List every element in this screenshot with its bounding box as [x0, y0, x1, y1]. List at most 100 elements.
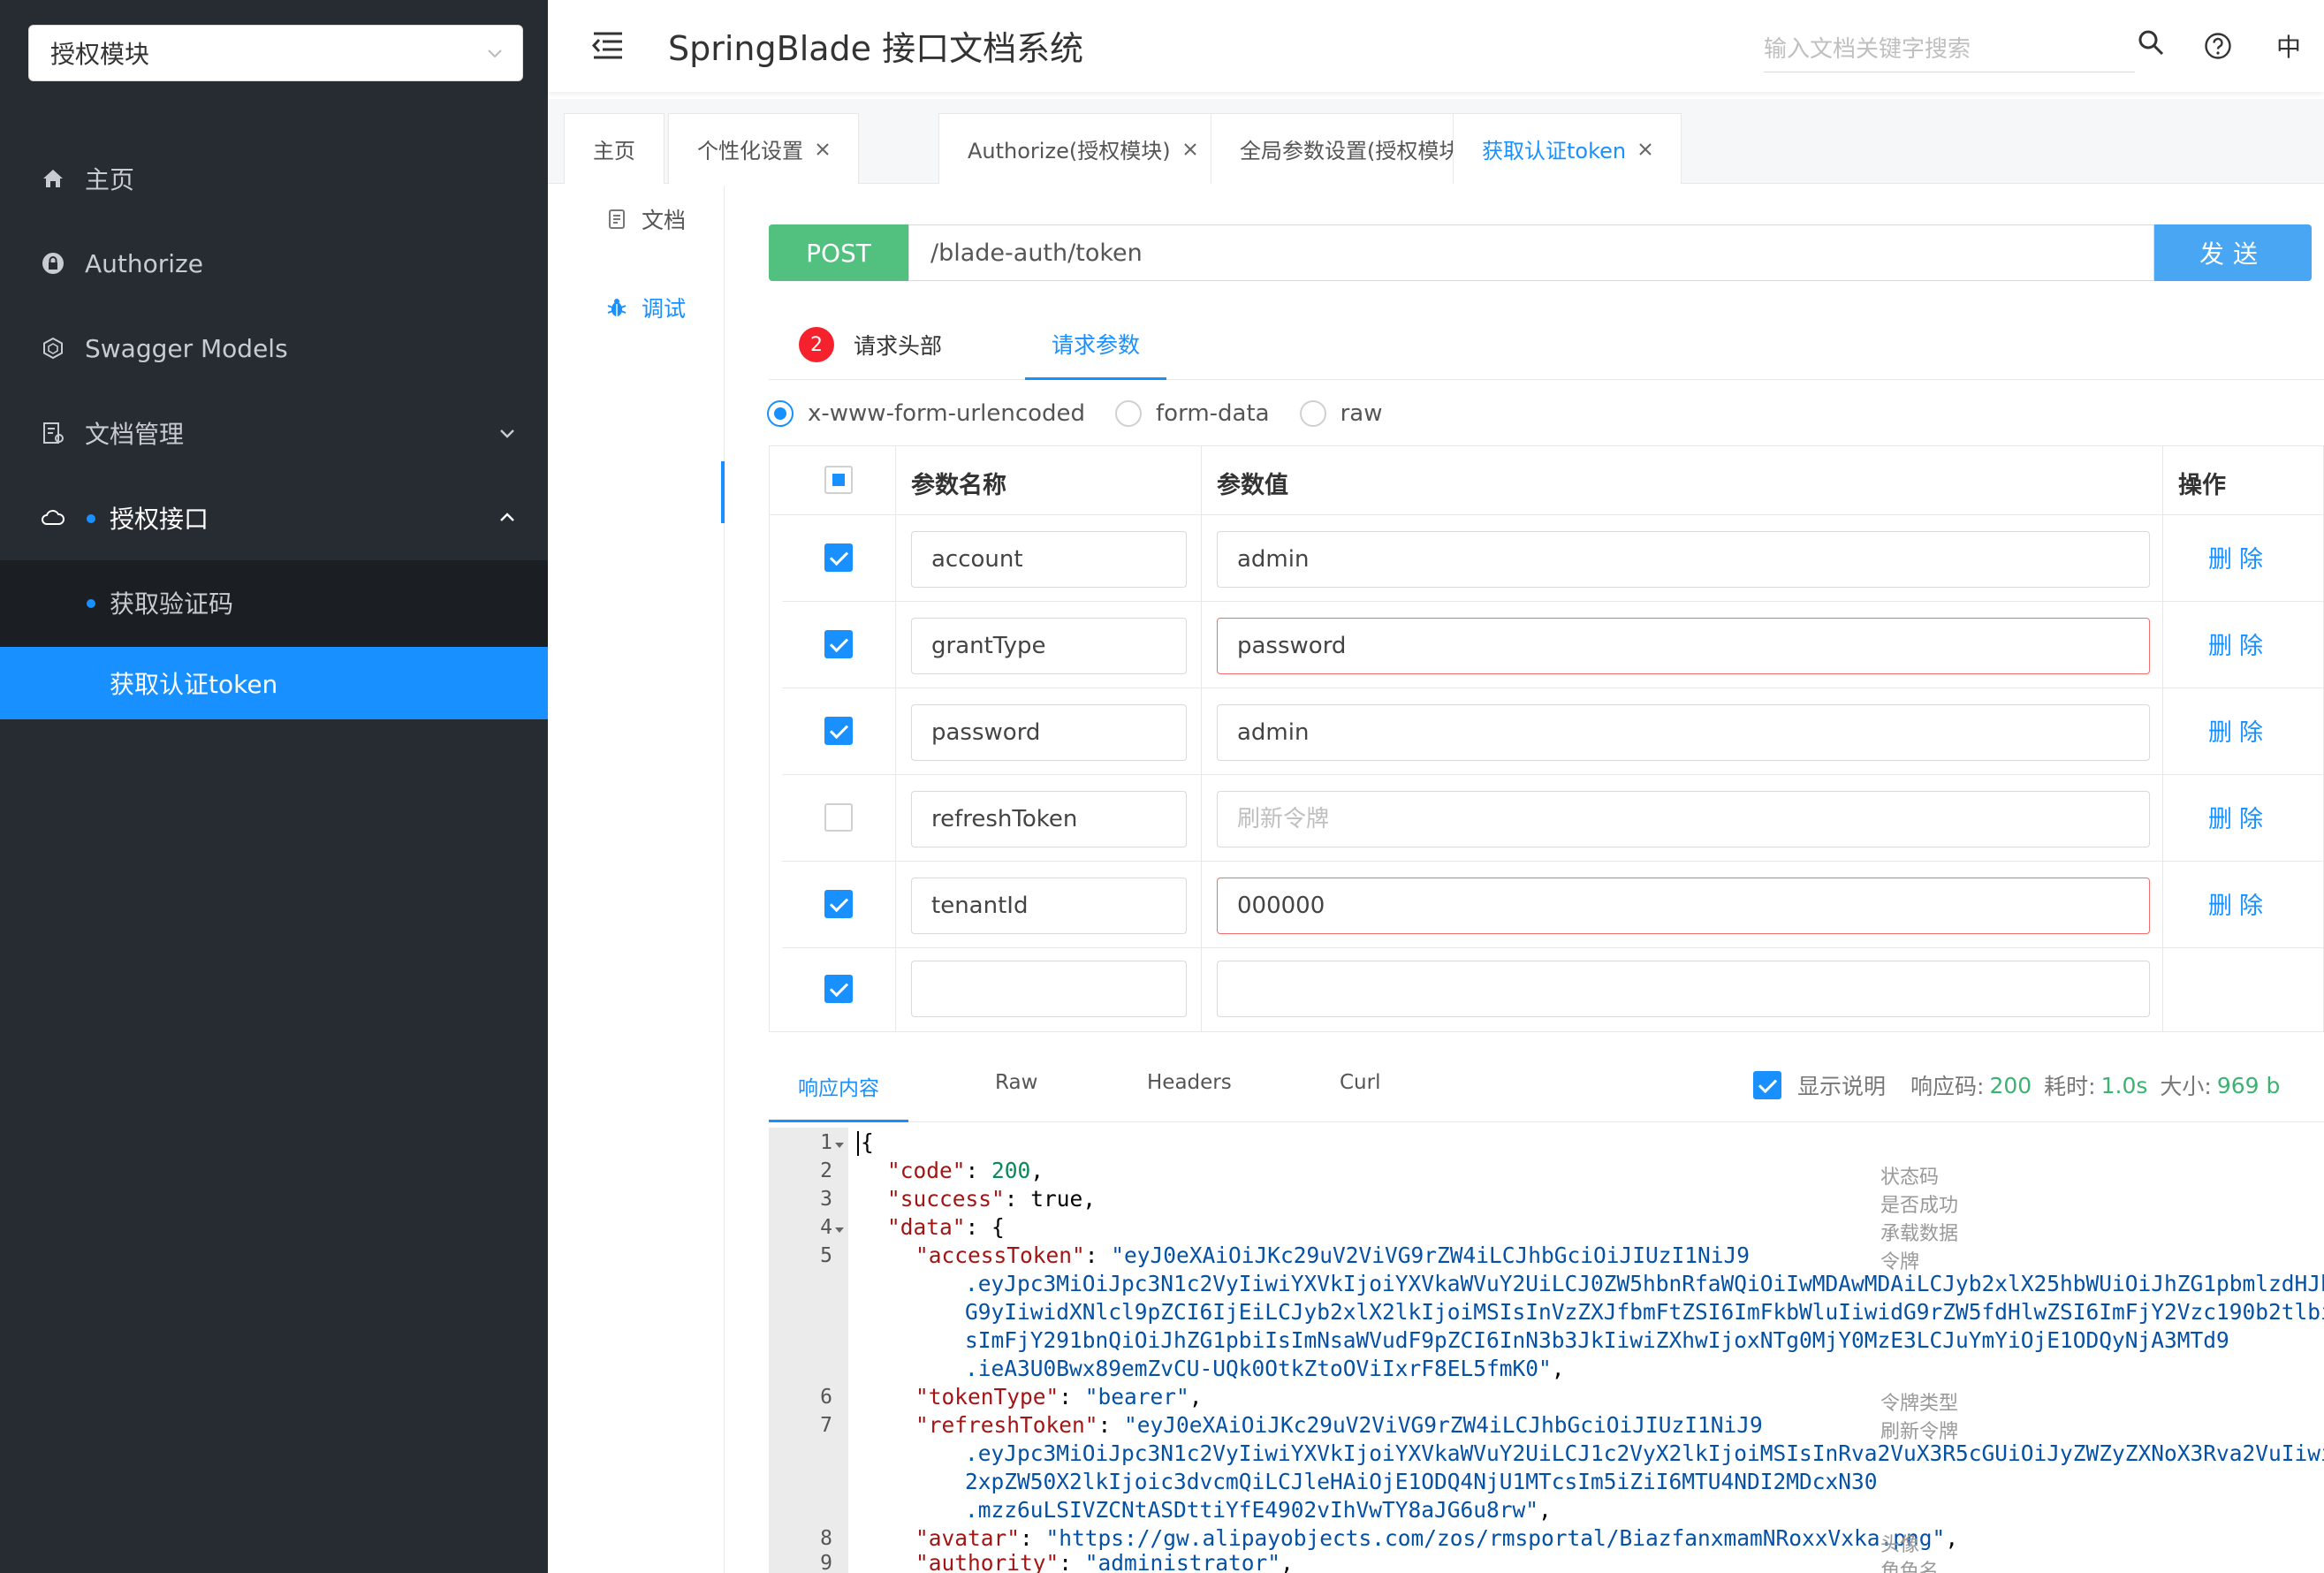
row-checkbox[interactable] — [824, 803, 853, 832]
send-button[interactable]: 发送 — [2154, 224, 2312, 281]
json-key: "avatar" — [915, 1525, 1021, 1551]
col-header-op: 操作 — [2178, 472, 2226, 499]
code-line: "accessToken": "eyJ0eXAiOiJKc29uV2ViVG9r… — [915, 1242, 1751, 1268]
doc-debug-switch: 文档 调试 — [548, 186, 725, 1573]
show-desc-checkbox[interactable] — [1753, 1071, 1781, 1099]
row-checkbox[interactable] — [824, 975, 853, 1003]
close-icon[interactable] — [1638, 142, 1652, 156]
field-comment: 状态码 — [1880, 1166, 1940, 1189]
search-icon[interactable] — [2137, 28, 2165, 57]
param-name-input[interactable] — [911, 961, 1187, 1017]
param-value-input[interactable] — [1217, 961, 2150, 1017]
close-icon[interactable] — [1183, 142, 1197, 156]
json-value: { — [991, 1214, 1005, 1240]
delete-button[interactable]: 删除 — [2208, 800, 2270, 834]
param-name-input[interactable] — [911, 618, 1187, 674]
sidebar-item-get-token[interactable]: 获取认证token — [0, 647, 548, 719]
document-icon — [609, 209, 625, 229]
radio-raw[interactable]: raw — [1299, 400, 1383, 427]
row-checkbox[interactable] — [824, 543, 853, 572]
line-number: 5 — [820, 1244, 832, 1267]
param-name-input[interactable] — [911, 878, 1187, 934]
param-name-input[interactable] — [911, 704, 1187, 761]
delete-button[interactable]: 删除 — [2208, 886, 2270, 921]
code-line: "data": { — [887, 1214, 1005, 1240]
row-checkbox[interactable] — [824, 717, 853, 745]
sidebar-item-authorize[interactable]: Authorize — [0, 221, 548, 306]
sidebar-item-doc-manage[interactable]: 文档管理 — [0, 391, 548, 475]
code-line: "authority": "administrator", — [915, 1550, 1294, 1573]
text-cursor — [857, 1131, 859, 1156]
json-key: "accessToken" — [915, 1242, 1085, 1268]
delete-button[interactable]: 删除 — [2208, 627, 2270, 661]
help-icon[interactable] — [2204, 32, 2232, 60]
tool-debug[interactable]: 调试 — [606, 290, 686, 325]
tab-request-headers[interactable]: 2 请求头部 — [799, 309, 942, 380]
row-checkbox[interactable] — [824, 890, 853, 918]
select-all-checkbox[interactable] — [824, 466, 853, 494]
fold-arrow-icon[interactable] — [834, 1140, 845, 1151]
fold-arrow-icon[interactable] — [834, 1225, 845, 1235]
language-switch[interactable]: 中 — [2276, 28, 2301, 64]
param-name-input[interactable] — [911, 531, 1187, 588]
sidebar-item-auth-api[interactable]: 授权接口 — [0, 475, 548, 560]
tool-doc[interactable]: 文档 — [606, 201, 686, 237]
close-icon[interactable] — [816, 142, 830, 156]
lock-icon — [42, 253, 64, 274]
param-value-input[interactable] — [1217, 531, 2150, 588]
sidebar-item-label: Authorize — [85, 248, 203, 278]
page-tabs: 主页 个性化设置 Authorize(授权模块) 全局参数设置(授权模块) 获取… — [548, 99, 2324, 184]
cloud-icon — [42, 510, 65, 525]
url-input[interactable] — [908, 224, 2154, 281]
doc-manage-icon — [43, 422, 64, 444]
json-key: "code" — [887, 1158, 966, 1183]
tab-get-token[interactable]: 获取认证token — [1453, 113, 1682, 184]
tab-personal-settings[interactable]: 个性化设置 — [668, 113, 859, 184]
bullet-dot — [87, 599, 95, 608]
param-value-input[interactable] — [1217, 618, 2150, 674]
json-value: true — [1030, 1186, 1083, 1212]
module-select-value: 授权模块 — [50, 40, 150, 69]
code-line-wrap: .mzz6uLSIVZCNtASDttiYfE4902vIhVwTY8aJG6u… — [965, 1497, 1552, 1523]
table-row — [782, 948, 2324, 1031]
param-value-input[interactable] — [1217, 878, 2150, 934]
param-value-input[interactable] — [1217, 791, 2150, 847]
status-code-label: 响应码: — [1910, 1074, 1985, 1099]
param-name-input[interactable] — [911, 791, 1187, 847]
sidebar-item-get-captcha[interactable]: 获取验证码 — [0, 560, 548, 645]
tab-home[interactable]: 主页 — [564, 113, 665, 184]
response-meta: 显示说明 响应码: 200 耗时: 1.0s 大小: 969 b — [1753, 1068, 2292, 1103]
menu-fold-icon[interactable] — [590, 30, 624, 60]
module-select[interactable]: 授权模块 — [28, 25, 523, 81]
param-value-input[interactable] — [1217, 704, 2150, 761]
code-line: "avatar": "https://gw.alipayobjects.com/… — [915, 1525, 1959, 1551]
models-icon — [43, 337, 63, 360]
http-method: POST — [769, 224, 908, 281]
search-input[interactable] — [1764, 29, 2135, 69]
bug-icon — [607, 299, 627, 316]
delete-button[interactable]: 删除 — [2208, 713, 2270, 748]
field-comment: 刷新令牌 — [1880, 1421, 1959, 1443]
radio-form-data[interactable]: form-data — [1115, 400, 1270, 427]
time-value: 1.0s — [2100, 1072, 2148, 1098]
tab-response-raw[interactable]: Raw — [995, 1071, 1037, 1122]
delete-button[interactable]: 删除 — [2208, 540, 2270, 574]
response-code-editor[interactable]: 1 2 3 4 5 6 7 8 9 { "code": 200, "succes… — [769, 1128, 2324, 1573]
tab-response-content[interactable]: 响应内容 — [769, 1071, 908, 1122]
subtab-label: 请求头部 — [854, 333, 943, 359]
tab-request-params[interactable]: 请求参数 — [1025, 309, 1167, 380]
row-checkbox[interactable] — [824, 630, 853, 658]
sidebar: 授权模块 主页 Authorize Swagger Models 文档管理 授权… — [0, 0, 548, 1573]
tab-response-headers[interactable]: Headers — [1147, 1071, 1232, 1122]
sidebar-item-swagger-models[interactable]: Swagger Models — [0, 306, 548, 391]
request-subtabs: 2 请求头部 请求参数 — [769, 309, 2324, 380]
tab-response-curl[interactable]: Curl — [1340, 1071, 1380, 1122]
radio-urlencoded[interactable]: x-www-form-urlencoded — [767, 400, 1085, 427]
table-row: 删除 — [782, 602, 2324, 688]
code-brace: { — [861, 1129, 874, 1155]
code-line-wrap: .ieA3U0Bwx89emZvCU-UQk0OtkZtoOViIxrF8EL5… — [965, 1356, 1565, 1381]
tab-authorize[interactable]: Authorize(授权模块) — [938, 113, 1227, 184]
sidebar-item-home[interactable]: 主页 — [0, 136, 548, 221]
radio-circle — [1299, 400, 1326, 427]
tab-label: 主页 — [593, 139, 635, 163]
